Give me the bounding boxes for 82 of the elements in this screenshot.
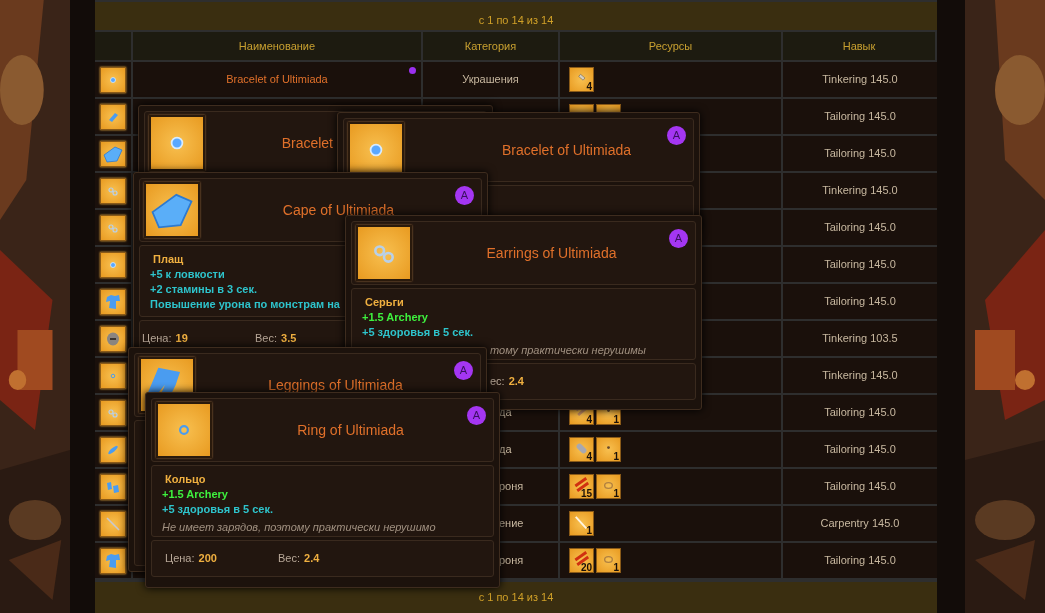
stat-line: +1.5 Archery xyxy=(162,487,228,502)
stat-value: 2.4 xyxy=(508,374,524,390)
skill-text: Tailoring 145.0 xyxy=(824,553,896,569)
cloth-icon xyxy=(100,140,126,167)
earrings-icon xyxy=(100,177,126,204)
stat-value: 3.5 xyxy=(281,331,297,347)
cloth-roll-icon: 20 xyxy=(569,548,594,573)
skill-text: Tailoring 145.0 xyxy=(824,405,896,421)
skill-text: Tailoring 145.0 xyxy=(824,220,896,236)
nail-icon: 4 xyxy=(569,67,594,92)
spool-icon: 1 xyxy=(596,474,621,499)
stat-line: +5 здоровья в 5 сек. xyxy=(362,325,473,340)
skill-text: Tinkering 145.0 xyxy=(822,72,898,88)
item-title: Ring of Ultimiada xyxy=(297,420,404,440)
bone-icon: 4 xyxy=(569,437,594,462)
stat-line: Повышение урона по монстрам на xyxy=(150,297,340,312)
item-note: Не имеет зарядов, поэтому практически нерушимо xyxy=(162,520,436,535)
item-title: Bracelet xyxy=(281,133,333,153)
skill-text: Tinkering 145.0 xyxy=(822,368,898,384)
category-text: ение xyxy=(499,516,524,532)
stat-label: Цена: xyxy=(165,551,195,567)
stat-label: Вес: xyxy=(278,551,300,567)
skill-text: Tailoring 145.0 xyxy=(824,109,896,125)
plank-icon: 1 xyxy=(569,511,594,536)
stat-value: 200 xyxy=(198,551,217,567)
category-text: роня xyxy=(499,479,524,495)
badge: A xyxy=(454,361,473,380)
stat-value: 2.4 xyxy=(304,551,320,567)
category-text: роня xyxy=(499,553,524,569)
feather-icon xyxy=(100,436,126,463)
thread-icon: 1 xyxy=(596,437,621,462)
item-name[interactable]: Bracelet of Ultimiada xyxy=(226,71,328,88)
column-header[interactable]: Категория xyxy=(423,32,560,62)
skill-text: Tinkering 145.0 xyxy=(822,183,898,199)
item-type: Плащ xyxy=(152,252,184,267)
cloth-roll-icon: 15 xyxy=(569,474,594,499)
ring-icon xyxy=(100,362,126,389)
column-header[interactable]: Ресурсы xyxy=(560,32,783,62)
skill-text: Tailoring 145.0 xyxy=(824,294,896,310)
badge: A xyxy=(669,229,688,248)
stat-label: ес: xyxy=(490,374,505,390)
tunic-icon xyxy=(100,547,126,574)
stat-line: +2 стамины в 3 сек. xyxy=(150,282,257,297)
column-header[interactable]: Наименование xyxy=(133,32,423,62)
needle-icon xyxy=(100,510,126,537)
helmet-icon xyxy=(100,325,126,352)
skill-text: Carpentry 145.0 xyxy=(820,516,900,532)
page-range: с 1 по 14 из 14 xyxy=(478,12,554,28)
stat-value: 19 xyxy=(175,331,188,347)
gem-icon xyxy=(100,251,126,278)
page-range: с 1 по 14 из 14 xyxy=(478,590,554,606)
skill-text: Tailoring 145.0 xyxy=(824,442,896,458)
item-title: Cape of Ultimiada xyxy=(282,200,395,220)
skill-text: Tailoring 145.0 xyxy=(824,257,896,273)
earrings-icon xyxy=(356,225,412,281)
gem-icon xyxy=(100,66,126,93)
category-text: Украшения xyxy=(462,72,519,88)
item-type: Кольцо xyxy=(164,472,206,487)
badge: A xyxy=(455,186,474,205)
stat-label: Вес: xyxy=(255,331,277,347)
item-title: Earrings of Ultimiada xyxy=(486,243,617,263)
cloth-icon xyxy=(144,182,200,238)
item-title: Bracelet of Ultimiada xyxy=(501,140,632,160)
gloves-icon xyxy=(100,473,126,500)
ring-icon xyxy=(156,402,212,458)
stat-line: +5 здоровья в 5 сек. xyxy=(162,502,273,517)
skill-text: Tinkering 103.5 xyxy=(822,331,898,347)
skill-text: Tailoring 145.0 xyxy=(824,146,896,162)
stat-line: +5 к ловкости xyxy=(150,267,225,282)
stat-label: Цена: xyxy=(142,331,172,347)
stat-line: +1.5 Archery xyxy=(362,310,428,325)
tunic-icon xyxy=(100,288,126,315)
badge: A xyxy=(467,406,486,425)
spool-icon: 1 xyxy=(596,548,621,573)
earrings-icon xyxy=(100,399,126,426)
gem-icon xyxy=(149,115,205,171)
earrings-icon xyxy=(100,214,126,241)
item-type: Серьги xyxy=(364,295,404,310)
item-note: тому практически нерушимы xyxy=(489,343,646,358)
badge: A xyxy=(667,126,686,145)
skill-text: Tailoring 145.0 xyxy=(824,479,896,495)
gem-icon xyxy=(100,103,126,130)
